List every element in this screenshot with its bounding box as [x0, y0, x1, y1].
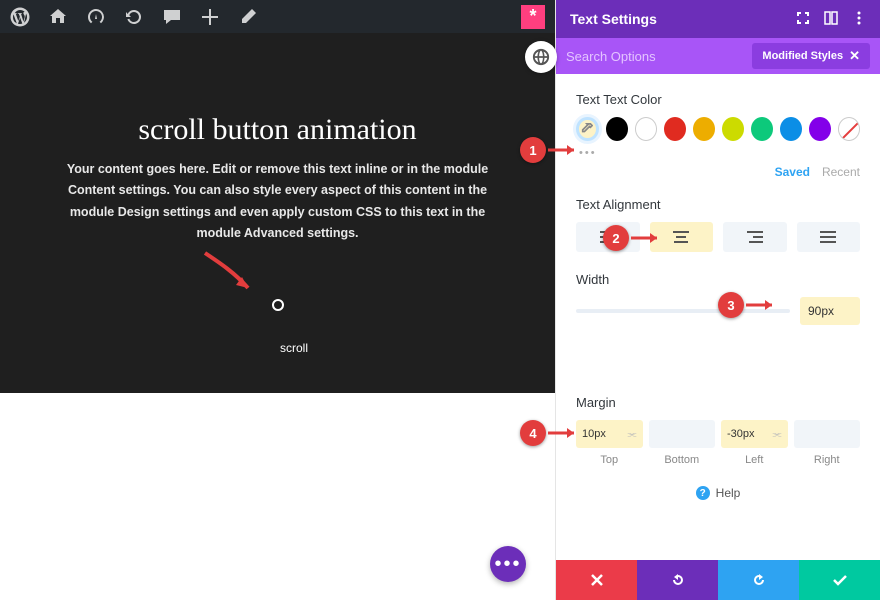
expand-icon[interactable] — [796, 11, 810, 28]
fab-more-button[interactable]: ••• — [490, 546, 526, 582]
annotation-arrow-icon — [200, 248, 260, 298]
color-swatch[interactable] — [664, 117, 686, 141]
close-icon[interactable]: ✕ — [849, 48, 860, 64]
margin-bottom-label: Bottom — [649, 454, 716, 466]
redo-button[interactable] — [718, 560, 799, 600]
column-icon[interactable] — [824, 11, 838, 28]
home-icon[interactable] — [48, 7, 68, 27]
margin-top-input[interactable]: 10px⫘ — [576, 420, 643, 448]
callout-3: 3 — [718, 292, 782, 318]
color-swatch[interactable] — [751, 117, 773, 141]
margin-left-input[interactable]: -30px⫘ — [721, 420, 788, 448]
more-dots-icon[interactable]: ••• — [579, 147, 860, 159]
modified-styles-tag[interactable]: Modified Styles ✕ — [752, 43, 870, 69]
search-input[interactable] — [566, 49, 752, 64]
text-color-label: Text Text Color — [576, 92, 860, 107]
globe-button[interactable] — [525, 41, 557, 73]
color-swatch[interactable] — [722, 117, 744, 141]
color-swatch[interactable] — [606, 117, 628, 141]
hero-title[interactable]: scroll button animation — [40, 113, 515, 147]
callout-2: 2 — [603, 225, 667, 251]
refresh-icon[interactable] — [124, 7, 144, 27]
no-color-swatch[interactable] — [838, 117, 860, 141]
help-icon: ? — [696, 486, 710, 500]
width-label: Width — [576, 272, 860, 287]
plus-icon[interactable] — [200, 7, 220, 27]
link-icon[interactable]: ⫘ — [773, 429, 782, 440]
divi-logo-badge[interactable]: * — [521, 5, 545, 29]
comment-icon[interactable] — [162, 7, 182, 27]
scroll-label[interactable]: scroll — [280, 341, 340, 355]
align-right-button[interactable] — [723, 222, 787, 252]
panel-header: Text Settings — [556, 0, 880, 38]
kebab-icon[interactable] — [852, 11, 866, 28]
color-swatch[interactable] — [635, 117, 657, 141]
saved-tab[interactable]: Saved — [775, 165, 810, 179]
undo-button[interactable] — [637, 560, 718, 600]
margin-right-input[interactable] — [794, 420, 861, 448]
panel-title: Text Settings — [570, 11, 657, 27]
align-justify-button[interactable] — [797, 222, 861, 252]
edit-icon[interactable] — [238, 7, 258, 27]
recent-tab[interactable]: Recent — [822, 165, 860, 179]
margin-left-label: Left — [721, 454, 788, 466]
save-button[interactable] — [799, 560, 880, 600]
margin-label: Margin — [576, 395, 860, 410]
scroll-indicator-circle[interactable] — [272, 299, 284, 311]
width-input[interactable]: 90px — [800, 297, 860, 325]
color-swatch[interactable] — [809, 117, 831, 141]
alignment-label: Text Alignment — [576, 197, 860, 212]
color-swatch-row — [576, 117, 860, 141]
hero-description[interactable]: Your content goes here. Edit or remove t… — [58, 159, 498, 244]
margin-top-label: Top — [576, 454, 643, 466]
margin-bottom-input[interactable] — [649, 420, 716, 448]
panel-search-bar: Modified Styles ✕ — [556, 38, 880, 74]
link-icon[interactable]: ⫘ — [628, 429, 637, 440]
hero-section: scroll button animation Your content goe… — [0, 33, 555, 393]
callout-1: 1 — [520, 137, 584, 163]
callout-4: 4 — [520, 420, 584, 446]
help-link[interactable]: ? Help — [576, 486, 860, 500]
footer-actions — [556, 560, 880, 600]
cancel-button[interactable] — [556, 560, 637, 600]
color-swatch[interactable] — [780, 117, 802, 141]
color-swatch[interactable] — [693, 117, 715, 141]
wp-admin-bar: * — [0, 0, 555, 33]
wp-logo-icon[interactable] — [10, 7, 30, 27]
dashboard-icon[interactable] — [86, 7, 106, 27]
margin-right-label: Right — [794, 454, 861, 466]
